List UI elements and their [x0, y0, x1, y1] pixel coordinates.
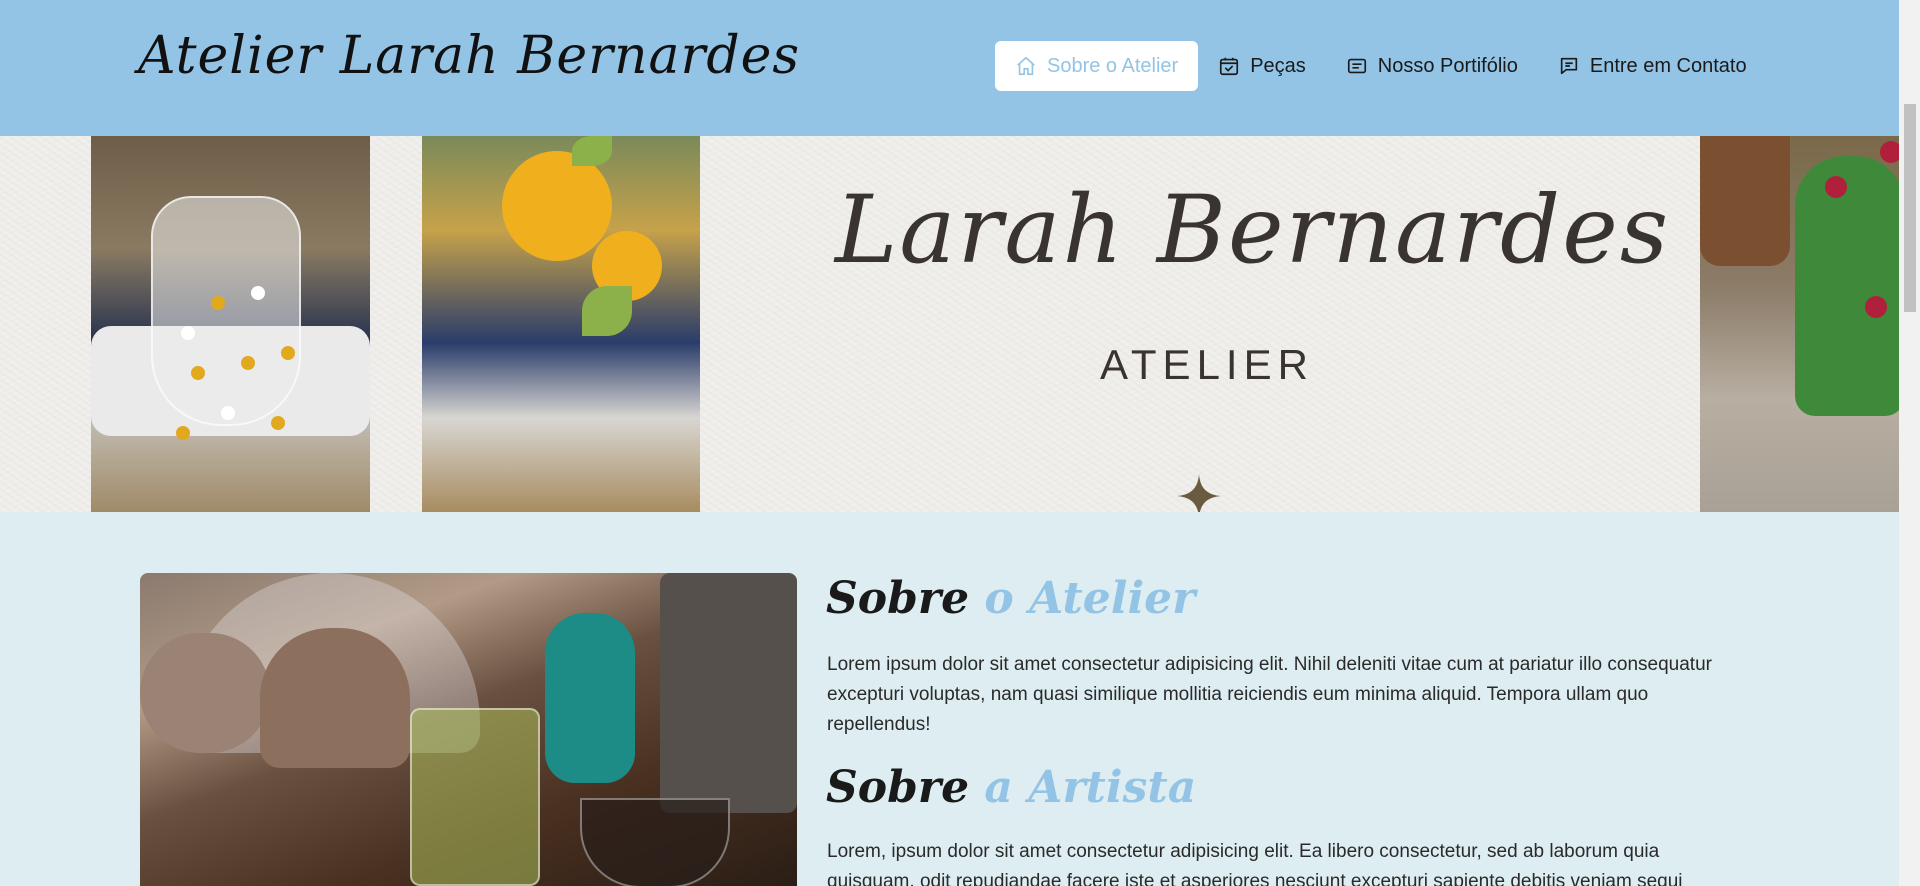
nav-item-sobre-o-atelier[interactable]: Sobre o Atelier: [995, 41, 1199, 91]
lemon: [502, 151, 612, 261]
flower: [1825, 176, 1847, 198]
about-photo-table-setting: [140, 573, 797, 886]
hero-subtitle: ATELIER: [1100, 341, 1314, 388]
hero-photo-cactus: [1700, 136, 1899, 512]
dot: [191, 366, 205, 380]
hero-photo-dotted-glass: [91, 136, 370, 512]
section-title-atelier: Sobre o Atelier: [826, 573, 1195, 624]
title-accent: o Atelier: [984, 573, 1196, 624]
leaf: [572, 136, 612, 166]
nav-item-entre-em-contato[interactable]: Entre em Contato: [1538, 41, 1767, 91]
site-header: Atelier Larah Bernardes Sobre o Atelier …: [0, 0, 1899, 136]
nav-label: Sobre o Atelier: [1047, 54, 1179, 77]
coffee-cup: [580, 798, 730, 886]
dot: [281, 346, 295, 360]
title-main: Sobre: [826, 762, 970, 813]
nav-label: Entre em Contato: [1589, 54, 1747, 77]
dot: [176, 426, 190, 440]
chat-bubble-icon: [1560, 57, 1578, 75]
dot: [251, 286, 265, 300]
section-title-artista: Sobre a Artista: [826, 762, 1196, 813]
coffee-pot: [660, 573, 797, 813]
artist-description: Lorem, ipsum dolor sit amet consectetur …: [827, 841, 1683, 886]
glass: [151, 196, 301, 426]
document-text-icon: [1347, 58, 1366, 74]
cactus: [1795, 156, 1899, 416]
nav-item-nosso-portifolio[interactable]: Nosso Portifólio: [1326, 41, 1538, 91]
vase: [545, 613, 635, 783]
hero-banner: Larah Bernardes ATELIER: [0, 136, 1899, 512]
dot: [181, 326, 195, 340]
flower: [1865, 296, 1887, 318]
dot: [271, 416, 285, 430]
pot: [1700, 136, 1790, 266]
nav-label: Peças: [1250, 54, 1306, 77]
main-nav: Sobre o Atelier Peças Nosso Portifólio E…: [995, 41, 1767, 91]
dot: [241, 356, 255, 370]
home-icon: [1017, 56, 1035, 76]
scrollbar-thumb[interactable]: [1904, 104, 1916, 312]
title-main: Sobre: [826, 573, 970, 624]
leaf: [582, 286, 632, 336]
flower: [1880, 141, 1899, 163]
atelier-description: Lorem ipsum dolor sit amet consectetur a…: [827, 654, 1712, 735]
calendar-check-icon: [1220, 57, 1239, 76]
sparkle-icon: [1177, 474, 1221, 512]
bread: [140, 633, 270, 753]
brand-logo[interactable]: Atelier Larah Bernardes: [138, 26, 800, 86]
glass: [410, 708, 540, 886]
title-accent: a Artista: [984, 762, 1197, 813]
dot: [221, 406, 235, 420]
nav-item-pecas[interactable]: Peças: [1198, 41, 1326, 91]
hero-title: Larah Bernardes: [835, 176, 1671, 285]
nav-label: Nosso Portifólio: [1377, 54, 1518, 77]
bread: [260, 628, 410, 768]
dot: [211, 296, 225, 310]
hero-photo-lemon-pitcher: [422, 136, 700, 512]
